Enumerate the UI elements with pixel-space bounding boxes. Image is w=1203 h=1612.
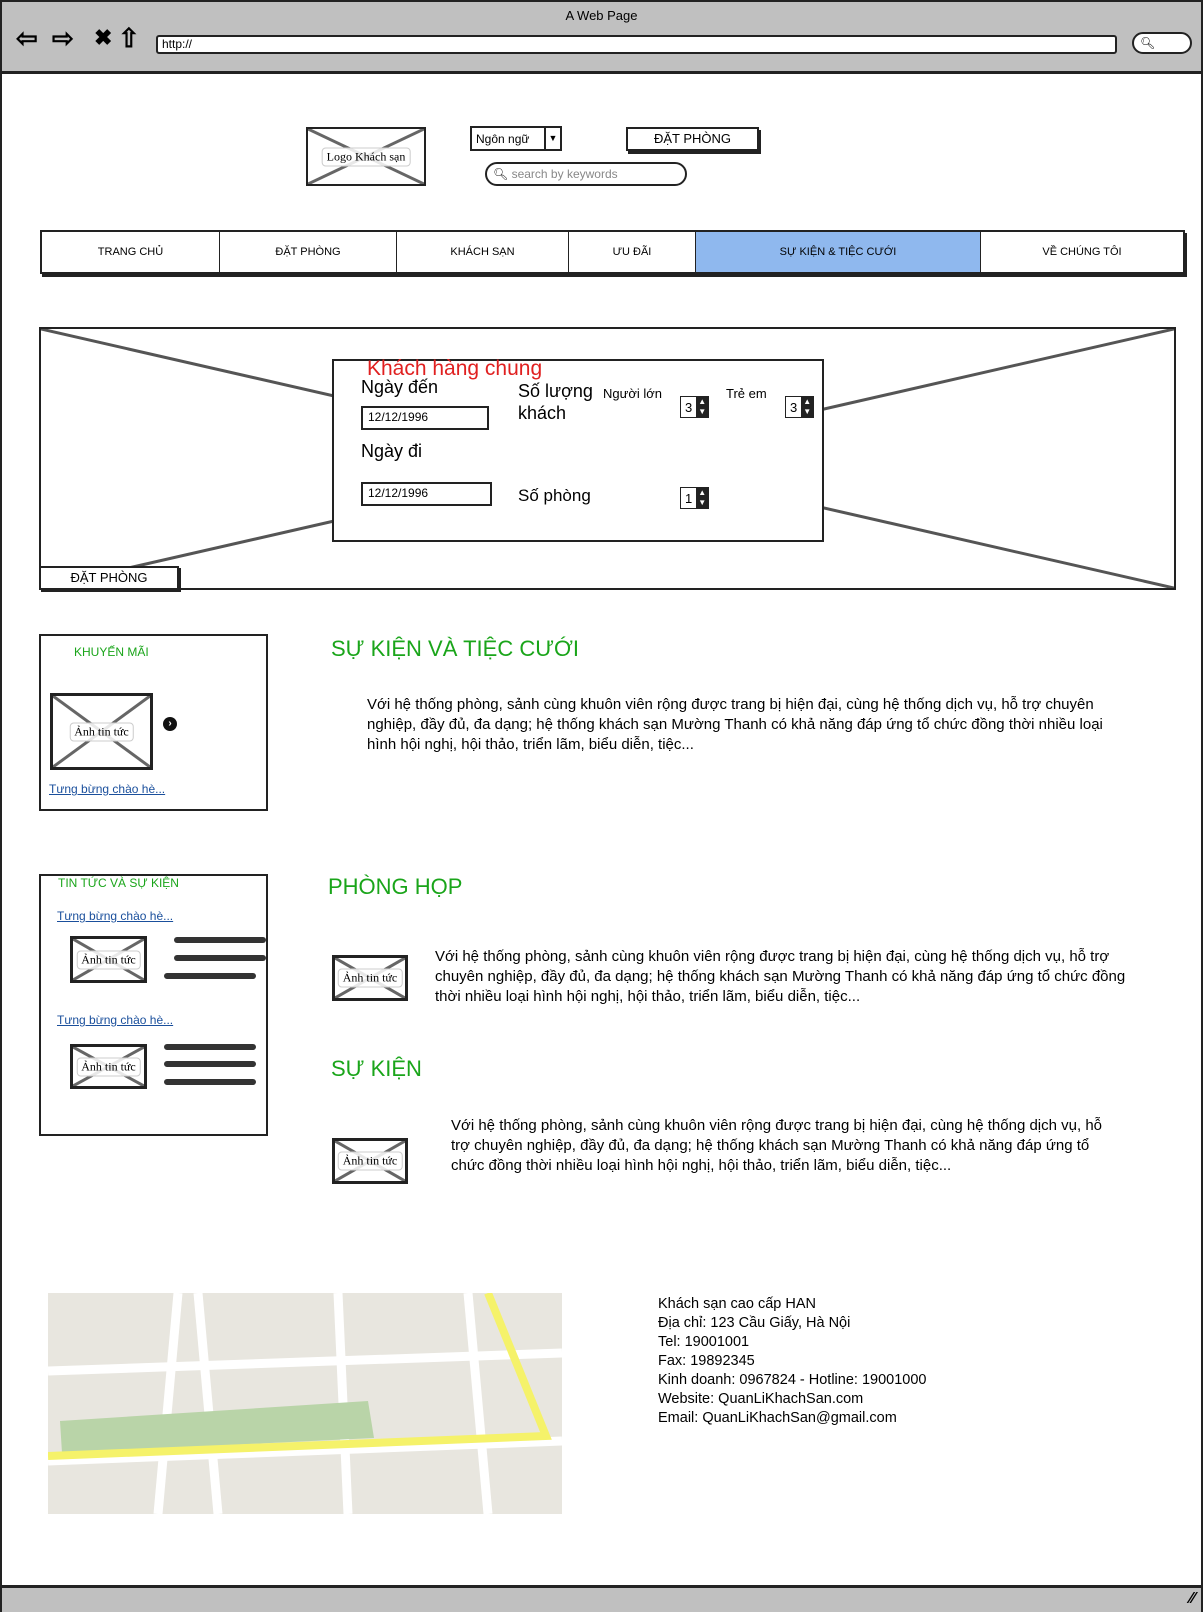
hotel-name: Khách sạn cao cấp HAN <box>658 1296 816 1312</box>
nav-item-events-weddings[interactable]: SỰ KIỆN & TIỆC CƯỚI <box>696 232 981 272</box>
text-scribble <box>174 937 266 943</box>
section-heading-meeting-rooms: PHÒNG HỌP <box>328 874 463 899</box>
language-select-value: Ngôn ngữ <box>476 132 530 146</box>
news-image-2[interactable]: Ảnh tin tức <box>70 1044 147 1089</box>
logo-label: Logo Khách sạn <box>321 147 411 166</box>
stepper-arrows-icon[interactable]: ▲ ▼ <box>696 397 709 417</box>
rooms-stepper[interactable]: 1 ▲ ▼ <box>680 487 710 509</box>
address-bar[interactable]: http:// <box>156 35 1117 54</box>
section-text-events-weddings: Với hệ thống phòng, sảnh cùng khuôn viên… <box>367 696 1103 753</box>
resize-handle-icon[interactable]: ⁄⁄ <box>1190 1590 1195 1608</box>
window-title: A Web Page <box>565 8 638 23</box>
promo-image[interactable]: Ảnh tin tức <box>50 693 153 770</box>
section-text-meeting-rooms: Với hệ thống phòng, sảnh cùng khuôn viên… <box>435 948 1126 1005</box>
promo-image-label: Ảnh tin tức <box>69 722 134 741</box>
search-input[interactable]: 🔍︎ search by keywords <box>485 162 687 186</box>
rooms-label: Số phòng <box>518 486 591 505</box>
image-label: Ảnh tin tức <box>337 1151 403 1171</box>
promo-title: KHUYẾN MÃI <box>74 645 149 659</box>
book-room-button[interactable]: ĐẶT PHÒNG <box>626 127 759 151</box>
nav-item-offers[interactable]: ƯU ĐÃI <box>569 232 696 272</box>
promo-link[interactable]: Tưng bừng chào hè... <box>49 782 165 796</box>
adults-value: 3 <box>685 399 693 415</box>
news-image-label: Ảnh tin tức <box>76 1057 141 1076</box>
text-scribble <box>164 1044 256 1050</box>
news-link-2[interactable]: Tưng bừng chào hè... <box>57 1013 173 1027</box>
contact-info: Khách sạn cao cấp HAN Địa chỉ: 123 Cầu G… <box>658 1295 926 1428</box>
back-icon[interactable]: ⇦ <box>16 24 38 52</box>
browser-toolbar: A Web Page ⇦ ⇨ ✖ ⇧ http:// 🔍︎ <box>2 2 1201 74</box>
rooms-value: 1 <box>685 490 693 506</box>
search-icon: 🔍︎ <box>1140 36 1156 50</box>
arrival-label: Ngày đến <box>361 377 439 397</box>
meeting-rooms-image: Ảnh tin tức <box>332 955 408 1001</box>
browser-search[interactable]: 🔍︎ <box>1132 32 1192 54</box>
nav-item-home[interactable]: TRANG CHỦ <box>42 232 220 272</box>
language-select[interactable]: Ngôn ngữ ▼ <box>470 126 562 151</box>
map[interactable] <box>48 1293 562 1514</box>
children-label: Trẻ em <box>726 386 767 401</box>
nav-item-about[interactable]: VỀ CHÚNG TÔI <box>981 232 1183 272</box>
status-bar: ⁄⁄ <box>2 1585 1201 1612</box>
news-panel: TIN TỨC VÀ SỰ KIỆN Tưng bừng chào hè... … <box>39 874 268 1136</box>
phone: Tel: 19001001 <box>658 1334 750 1350</box>
news-link-1[interactable]: Tưng bừng chào hè... <box>57 909 173 923</box>
news-image-label: Ảnh tin tức <box>76 950 141 969</box>
guests-label-2: khách <box>518 403 567 423</box>
booking-form: Khách hàng chung Ngày đến 12/12/1996 Ngà… <box>332 357 824 542</box>
news-image-1[interactable]: Ảnh tin tức <box>70 936 147 983</box>
text-scribble <box>164 1079 256 1085</box>
forward-icon[interactable]: ⇨ <box>52 24 74 52</box>
home-icon[interactable]: ⇧ <box>118 24 140 52</box>
address: Địa chỉ: 123 Cầu Giấy, Hà Nội <box>658 1315 851 1331</box>
text-scribble <box>164 1061 256 1067</box>
image-label: Ảnh tin tức <box>337 968 403 988</box>
promo-panel: KHUYẾN MÃI Ảnh tin tức › Tưng bừng chào … <box>39 634 268 811</box>
children-value: 3 <box>790 399 798 415</box>
stepper-arrows-icon[interactable]: ▲ ▼ <box>696 488 709 508</box>
hero-book-button[interactable]: ĐẶT PHÒNG <box>39 566 179 590</box>
chevron-right-icon[interactable]: › <box>163 717 177 731</box>
email: Email: QuanLiKhachSan@gmail.com <box>658 1410 897 1426</box>
stepper-arrows-icon[interactable]: ▲ ▼ <box>801 397 814 417</box>
adults-stepper[interactable]: 3 ▲ ▼ <box>680 396 710 418</box>
adults-label: Người lớn <box>603 386 662 401</box>
section-heading-events-weddings: SỰ KIỆN VÀ TIỆC CƯỚI <box>331 636 579 661</box>
departure-date-input[interactable]: 12/12/1996 <box>361 482 492 506</box>
section-heading-events: SỰ KIỆN <box>331 1056 422 1081</box>
search-icon: 🔍︎ <box>493 167 509 181</box>
arrival-date-input[interactable]: 12/12/1996 <box>361 406 489 430</box>
fax: Fax: 19892345 <box>658 1353 755 1369</box>
guests-label: Số lượng <box>518 381 593 401</box>
nav-item-booking[interactable]: ĐẶT PHÒNG <box>220 232 397 272</box>
chevron-down-icon: ▼ <box>544 128 560 149</box>
website: Website: QuanLiKhachSan.com <box>658 1391 864 1407</box>
children-stepper[interactable]: 3 ▲ ▼ <box>785 396 815 418</box>
nav-item-hotels[interactable]: KHÁCH SẠN <box>397 232 569 272</box>
text-scribble <box>164 973 256 979</box>
events-image: Ảnh tin tức <box>332 1138 408 1184</box>
main-nav: TRANG CHỦ ĐẶT PHÒNG KHÁCH SẠN ƯU ĐÃI SỰ … <box>40 230 1185 274</box>
search-placeholder: search by keywords <box>511 167 618 181</box>
sales-hotline: Kinh doanh: 0967824 - Hotline: 19001000 <box>658 1372 927 1388</box>
news-title: TIN TỨC VÀ SỰ KIỆN <box>58 876 179 890</box>
logo-placeholder: Logo Khách sạn <box>306 127 426 186</box>
close-icon[interactable]: ✖ <box>94 24 112 52</box>
departure-label: Ngày đi <box>361 441 423 461</box>
text-scribble <box>174 955 266 961</box>
section-text-events: Với hệ thống phòng, sảnh cùng khuôn viên… <box>451 1117 1103 1174</box>
